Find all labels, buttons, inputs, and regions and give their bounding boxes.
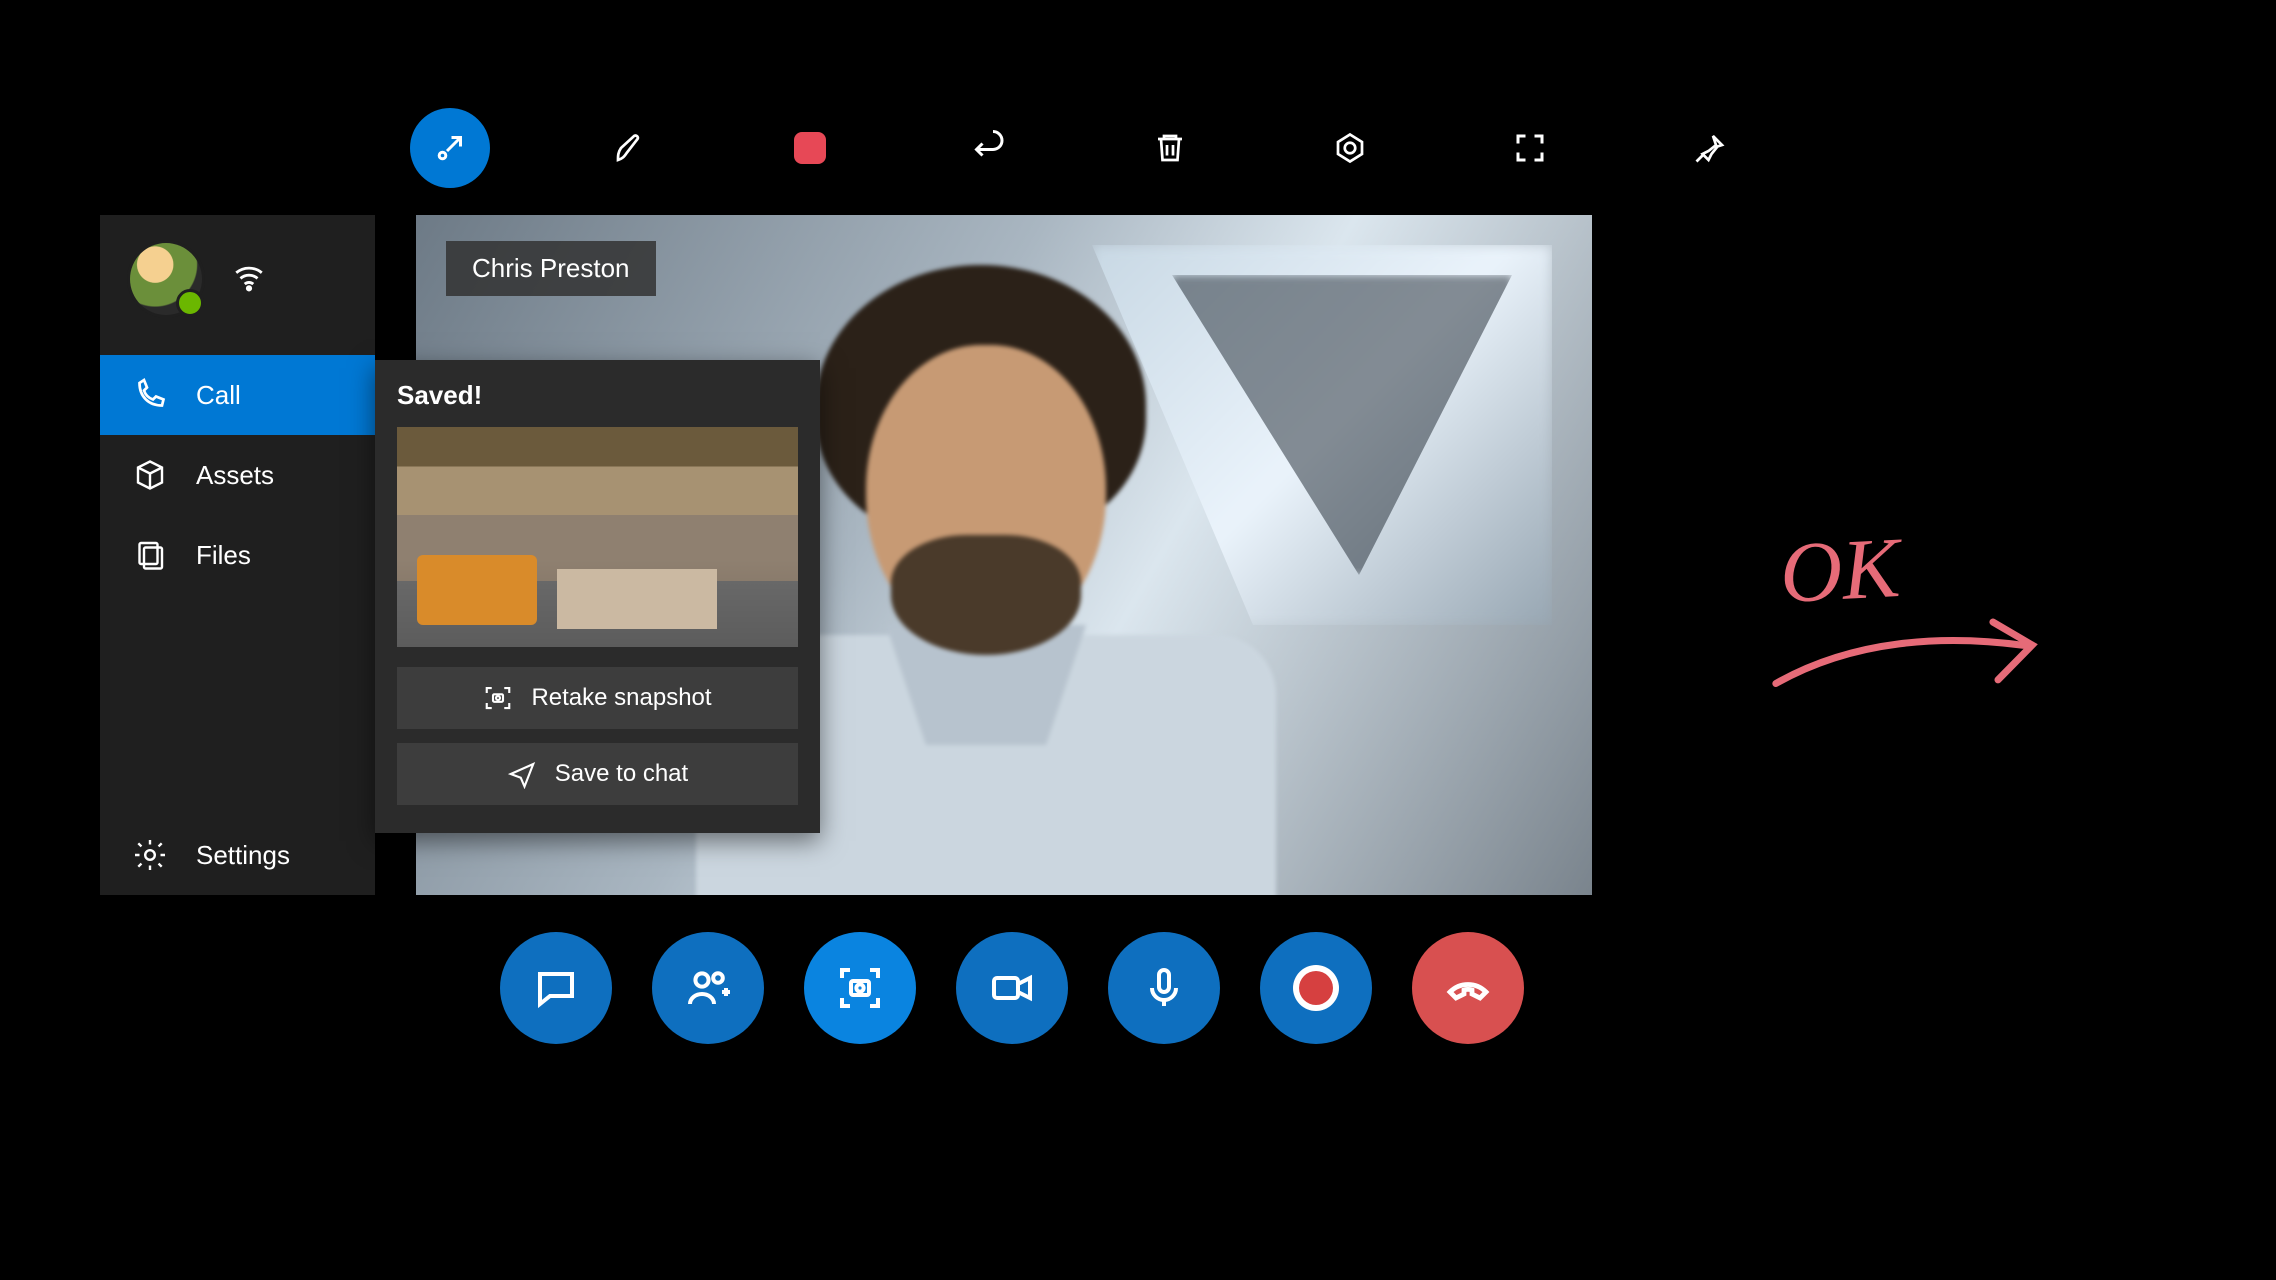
hangup-button[interactable] (1412, 932, 1524, 1044)
app-window: Call Assets Files Settings (100, 115, 1590, 1075)
sidebar-item-assets[interactable]: Assets (100, 435, 375, 515)
record-icon (1299, 971, 1333, 1005)
pin-button[interactable] (1670, 108, 1750, 188)
sidebar-item-call[interactable]: Call (100, 355, 375, 435)
snapshot-thumbnail[interactable] (397, 427, 798, 647)
call-controls (500, 932, 1524, 1044)
profile-row (100, 215, 375, 355)
snapshot-status: Saved! (397, 380, 798, 411)
mic-toggle-button[interactable] (1108, 932, 1220, 1044)
send-icon (507, 759, 537, 789)
wifi-icon (232, 260, 266, 299)
retake-snapshot-button[interactable]: Retake snapshot (397, 667, 798, 729)
participant-name: Chris Preston (472, 253, 630, 283)
chat-button[interactable] (500, 932, 612, 1044)
sidebar-item-label: Files (196, 540, 251, 571)
camera-frame-icon (483, 683, 513, 713)
arrow-icon (1762, 598, 2069, 755)
save-label: Save to chat (555, 760, 688, 788)
phone-icon (132, 377, 168, 413)
snapshot-button[interactable] (804, 932, 916, 1044)
hangup-icon (1444, 964, 1492, 1012)
avatar[interactable] (130, 243, 202, 315)
annotation-text: OK (1778, 519, 1902, 621)
files-icon (132, 537, 168, 573)
add-people-button[interactable] (652, 932, 764, 1044)
participant-name-chip: Chris Preston (446, 241, 656, 296)
sidebar: Call Assets Files Settings (100, 215, 375, 895)
sidebar-item-label: Call (196, 380, 241, 411)
record-button[interactable] (1260, 932, 1372, 1044)
snapshot-popup: Saved! Retake snapshot Save to chat (375, 360, 820, 833)
snapshot-icon (836, 964, 884, 1012)
nav-main: Call Assets Files (100, 355, 375, 595)
box-icon (132, 457, 168, 493)
gear-icon (132, 837, 168, 873)
retake-label: Retake snapshot (531, 684, 711, 712)
video-toggle-button[interactable] (956, 932, 1068, 1044)
ink-annotation: OK (1777, 517, 1902, 623)
sidebar-item-label: Settings (196, 840, 290, 871)
video-icon (988, 964, 1036, 1012)
save-to-chat-button[interactable]: Save to chat (397, 743, 798, 805)
sidebar-item-label: Assets (196, 460, 274, 491)
add-people-icon (684, 964, 732, 1012)
sidebar-item-settings[interactable]: Settings (100, 815, 375, 895)
chat-icon (532, 964, 580, 1012)
pin-icon (1692, 130, 1728, 166)
sidebar-item-files[interactable]: Files (100, 515, 375, 595)
mic-icon (1140, 964, 1188, 1012)
